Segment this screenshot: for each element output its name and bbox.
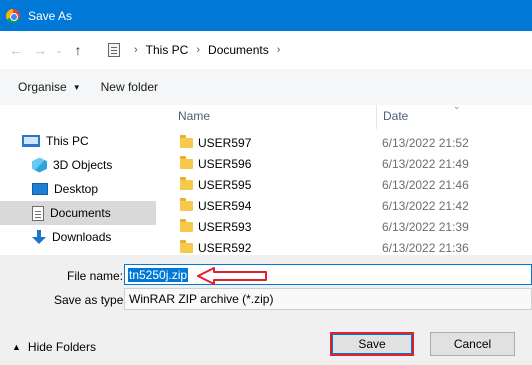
column-header-name[interactable]: Name bbox=[178, 105, 210, 127]
list-item[interactable]: USER593 6/13/2022 21:39 bbox=[160, 216, 532, 237]
red-arrow-annotation bbox=[197, 267, 267, 285]
sidebar-item-label: Desktop bbox=[54, 182, 99, 196]
computer-icon bbox=[22, 135, 40, 147]
column-header-date[interactable]: Date bbox=[383, 105, 408, 127]
chrome-icon bbox=[6, 8, 20, 23]
back-button[interactable]: ← bbox=[4, 38, 28, 62]
file-name-label: File name: bbox=[67, 269, 124, 283]
toolbar: Organise ▼ New folder bbox=[0, 69, 532, 105]
file-date: 6/13/2022 21:46 bbox=[382, 177, 469, 192]
sidebar-item-3d-objects[interactable]: 3D Objects bbox=[0, 153, 156, 177]
list-item[interactable]: USER594 6/13/2022 21:42 bbox=[160, 195, 532, 216]
file-name: USER594 bbox=[198, 198, 252, 213]
save-button[interactable]: Save bbox=[330, 332, 414, 356]
column-divider[interactable] bbox=[376, 105, 377, 129]
file-name-field[interactable]: tn5250j.zip bbox=[124, 264, 532, 285]
save-panel: File name: tn5250j.zip Save as type: Win… bbox=[0, 255, 532, 365]
caret-up-icon: ▲ bbox=[12, 342, 21, 352]
chevron-down-icon: ⌄ bbox=[55, 44, 63, 55]
file-date: 6/13/2022 21:39 bbox=[382, 219, 469, 234]
folder-icon bbox=[180, 134, 193, 148]
arrow-up-icon: ↑ bbox=[74, 42, 82, 58]
file-name: USER592 bbox=[198, 240, 252, 255]
file-name: USER595 bbox=[198, 177, 252, 192]
hide-folders-label: Hide Folders bbox=[27, 340, 96, 354]
sidebar-item-desktop[interactable]: Desktop bbox=[0, 177, 156, 201]
address-bar[interactable]: › This PC › Documents › bbox=[108, 38, 532, 62]
chevron-right-icon[interactable]: › bbox=[134, 44, 138, 56]
navigation-bar: ← → ⌄ ↑ › This PC › Documents › bbox=[0, 31, 532, 69]
chevron-right-icon[interactable]: › bbox=[277, 44, 281, 56]
file-name: USER597 bbox=[198, 135, 252, 150]
file-name: USER593 bbox=[198, 219, 252, 234]
title-bar: Save As bbox=[0, 0, 532, 31]
file-list: Name ⌄ Date USER597 6/13/2022 21:52 USER… bbox=[160, 101, 532, 255]
hide-folders-button[interactable]: ▲ Hide Folders bbox=[12, 340, 96, 354]
file-date: 6/13/2022 21:52 bbox=[382, 135, 469, 150]
sidebar-item-downloads[interactable]: Downloads bbox=[0, 225, 156, 249]
cancel-button[interactable]: Cancel bbox=[430, 332, 515, 356]
save-type-value: WinRAR ZIP archive (*.zip) bbox=[129, 292, 274, 306]
save-type-label: Save as type: bbox=[54, 293, 127, 307]
sidebar-item-this-pc[interactable]: This PC bbox=[0, 129, 156, 153]
sort-indicator-icon: ⌄ bbox=[453, 101, 461, 111]
file-date: 6/13/2022 21:42 bbox=[382, 198, 469, 213]
breadcrumb-this-pc[interactable]: This PC bbox=[146, 43, 189, 57]
organise-label: Organise bbox=[18, 80, 67, 94]
sidebar-item-label: Documents bbox=[50, 206, 111, 220]
sidebar-item-label: Downloads bbox=[52, 230, 112, 244]
file-name-value: tn5250j.zip bbox=[128, 267, 189, 282]
folder-icon bbox=[180, 218, 193, 232]
window-title: Save As bbox=[28, 8, 73, 23]
arrow-left-icon: ← bbox=[9, 42, 23, 58]
folder-icon bbox=[180, 239, 193, 253]
sidebar-item-label: This PC bbox=[46, 134, 89, 148]
list-item[interactable]: USER596 6/13/2022 21:49 bbox=[160, 153, 532, 174]
recent-locations-button[interactable]: ⌄ bbox=[52, 38, 66, 62]
list-item[interactable]: USER597 6/13/2022 21:52 bbox=[160, 132, 532, 153]
caret-down-icon: ▼ bbox=[72, 82, 81, 92]
file-date: 6/13/2022 21:36 bbox=[382, 240, 469, 255]
up-button[interactable]: ↑ bbox=[66, 38, 90, 62]
navigation-pane: This PC 3D Objects Desktop Documents Dow… bbox=[0, 105, 160, 255]
new-folder-button[interactable]: New folder bbox=[91, 75, 168, 99]
download-icon bbox=[32, 229, 46, 245]
documents-icon bbox=[32, 205, 44, 221]
sidebar-item-documents[interactable]: Documents bbox=[0, 201, 156, 225]
location-icon bbox=[108, 43, 120, 57]
folder-icon bbox=[180, 176, 193, 190]
sidebar-item-label: 3D Objects bbox=[53, 158, 113, 172]
desktop-icon bbox=[32, 183, 48, 195]
cube-icon bbox=[32, 157, 47, 173]
arrow-right-icon: → bbox=[33, 42, 47, 58]
chevron-right-icon[interactable]: › bbox=[196, 44, 200, 56]
list-item[interactable]: USER595 6/13/2022 21:46 bbox=[160, 174, 532, 195]
organise-button[interactable]: Organise ▼ bbox=[8, 75, 91, 99]
file-name: USER596 bbox=[198, 156, 252, 171]
save-type-dropdown[interactable]: WinRAR ZIP archive (*.zip) bbox=[124, 288, 532, 310]
forward-button[interactable]: → bbox=[28, 38, 52, 62]
file-date: 6/13/2022 21:49 bbox=[382, 156, 469, 171]
breadcrumb-documents[interactable]: Documents bbox=[208, 43, 269, 57]
folder-icon bbox=[180, 155, 193, 169]
folder-icon bbox=[180, 197, 193, 211]
